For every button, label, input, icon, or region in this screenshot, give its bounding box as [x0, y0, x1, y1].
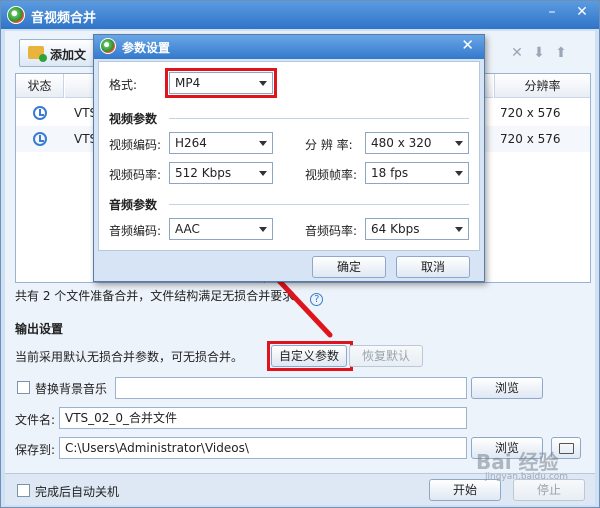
window-title: 音视频合并 [31, 11, 97, 26]
column-header-status[interactable]: 状态 [16, 74, 64, 98]
stop-button[interactable]: 停止 [513, 479, 585, 501]
chevron-down-icon [455, 141, 463, 146]
resolution-value: 480 x 320 [371, 136, 432, 150]
current-params-note: 当前采用默认无损合并参数，可无损合并。 [15, 350, 244, 364]
start-button[interactable]: 开始 [429, 479, 501, 501]
app-logo-icon [7, 6, 25, 24]
bg-music-checkbox[interactable] [17, 381, 30, 394]
resolution-select[interactable]: 480 x 320 [365, 132, 469, 154]
audio-bitrate-select[interactable]: 64 Kbps [365, 218, 469, 240]
video-bitrate-label: 视频码率: [109, 168, 162, 182]
chevron-down-icon [455, 227, 463, 232]
baidu-watermark-url: jingyan.baidu.com [485, 472, 569, 482]
audio-codec-label: 音频编码: [109, 224, 162, 238]
minimize-button[interactable]: – [539, 3, 565, 23]
output-settings-title: 输出设置 [15, 322, 64, 336]
auto-shutdown-label: 完成后自动关机 [35, 485, 120, 499]
dialog-close-icon[interactable]: ✕ [461, 36, 474, 54]
restore-default-button[interactable]: 恢复默认 [349, 345, 423, 367]
main-title-bar: 音视频合并 – ✕ [1, 1, 599, 29]
resolution-label: 分 辨 率: [305, 138, 353, 152]
saveto-label: 保存到: [15, 443, 56, 457]
audio-bitrate-value: 64 Kbps [371, 222, 420, 236]
video-separator [169, 118, 469, 119]
delete-icon[interactable]: ✕ [509, 45, 525, 61]
params-dialog: 参数设置 ✕ 格式: MP4 视频参数 视频编码: H264 分 辨 率: 48… [93, 34, 485, 282]
open-folder-icon [559, 443, 574, 454]
saveto-input[interactable]: C:\Users\Administrator\Videos\ [59, 437, 467, 459]
audio-codec-select[interactable]: AAC [169, 218, 273, 240]
audio-separator [169, 204, 469, 205]
auto-shutdown-checkbox[interactable] [17, 484, 30, 497]
dialog-logo-icon [100, 38, 116, 54]
dialog-footer: 确定 取消 [94, 253, 484, 281]
clock-icon [33, 132, 47, 146]
column-header-resolution[interactable]: 分辨率 [494, 74, 590, 98]
audio-bitrate-label: 音频码率: [305, 224, 358, 238]
format-label: 格式: [109, 78, 138, 92]
format-highlight [165, 68, 277, 98]
custom-params-highlight [267, 341, 353, 371]
baidu-watermark: Bai 经验 [476, 450, 559, 474]
bg-music-label: 替换背景音乐 [35, 382, 108, 396]
close-button[interactable]: ✕ [569, 3, 595, 23]
file-resolution: 720 x 576 [500, 106, 561, 120]
move-down-icon[interactable]: ⬇ [531, 45, 547, 61]
chevron-down-icon [259, 141, 267, 146]
filename-input[interactable]: VTS_02_0_合并文件 [59, 407, 467, 429]
video-section-title: 视频参数 [109, 112, 158, 126]
chevron-down-icon [455, 171, 463, 176]
add-folder-icon [28, 46, 47, 62]
framerate-value: 18 fps [371, 166, 409, 180]
ok-button[interactable]: 确定 [312, 256, 386, 278]
video-bitrate-value: 512 Kbps [175, 166, 232, 180]
file-resolution: 720 x 576 [500, 132, 561, 146]
video-codec-label: 视频编码: [109, 138, 162, 152]
chevron-down-icon [259, 227, 267, 232]
framerate-label: 视频帧率: [305, 168, 358, 182]
clock-icon [33, 106, 47, 120]
video-codec-select[interactable]: H264 [169, 132, 273, 154]
dialog-title-bar: 参数设置 ✕ [94, 35, 484, 59]
video-codec-value: H264 [175, 136, 207, 150]
browse-music-button[interactable]: 浏览 [471, 377, 543, 399]
add-file-label: 添加文 [50, 48, 87, 62]
video-bitrate-select[interactable]: 512 Kbps [169, 162, 273, 184]
move-up-icon[interactable]: ⬆ [553, 45, 569, 61]
cancel-button[interactable]: 取消 [396, 256, 470, 278]
chevron-down-icon [259, 171, 267, 176]
bg-music-path-input[interactable] [115, 377, 467, 399]
framerate-select[interactable]: 18 fps [365, 162, 469, 184]
filename-label: 文件名: [15, 413, 56, 427]
audio-codec-value: AAC [175, 222, 200, 236]
dialog-title: 参数设置 [122, 41, 171, 55]
audio-section-title: 音频参数 [109, 198, 158, 212]
dialog-body: 格式: MP4 视频参数 视频编码: H264 分 辨 率: 480 x 320… [98, 61, 480, 251]
